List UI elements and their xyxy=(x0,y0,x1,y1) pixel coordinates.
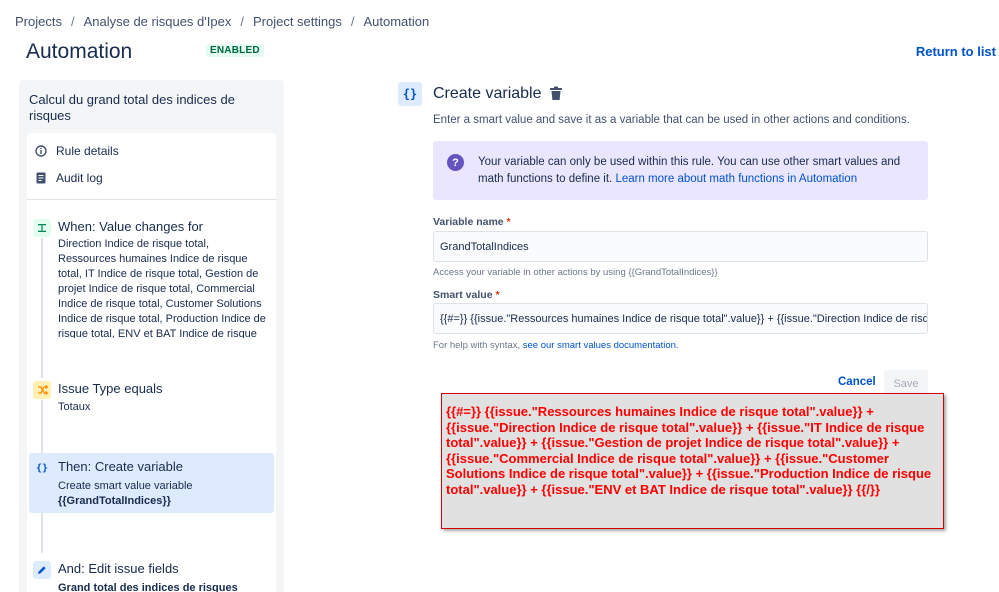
rule-sidebar: Calcul du grand total des indices de ris… xyxy=(19,80,284,592)
pencil-icon xyxy=(33,561,51,579)
return-to-list-link[interactable]: Return to list xyxy=(916,44,996,59)
question-icon: ? xyxy=(447,154,464,171)
variable-name-input[interactable]: GrandTotalIndices xyxy=(433,231,928,262)
timeline-line xyxy=(41,513,43,553)
cancel-button[interactable]: Cancel xyxy=(838,376,876,388)
edit-issue-fields-desc-bold: Grand total des indices de risques xyxy=(58,582,238,592)
braces-icon: {} xyxy=(33,459,51,477)
edit-issue-fields-component[interactable]: And: Edit issue fields Grand total des i… xyxy=(29,555,274,592)
trigger-description: Direction Indice de risque total, Ressou… xyxy=(58,238,266,338)
breadcrumb-separator: / xyxy=(70,14,75,29)
document-icon xyxy=(35,172,47,184)
create-variable-desc-bold: {{GrandTotalIndices}} xyxy=(58,495,171,507)
audit-log-label: Audit log xyxy=(56,171,103,185)
info-message-text: Your variable can only be used within th… xyxy=(478,154,918,188)
smart-value-annotation: {{#=}} {{issue."Ressources humaines Indi… xyxy=(441,393,944,529)
breadcrumb-projects[interactable]: Projects xyxy=(15,14,62,29)
status-badge: ENABLED xyxy=(206,44,264,57)
smart-value-input[interactable]: {{#=}} {{issue."Ressources humaines Indi… xyxy=(433,303,928,334)
rule-details-label: Rule details xyxy=(56,144,119,158)
breadcrumb-project-settings[interactable]: Project settings xyxy=(253,14,342,29)
info-icon xyxy=(35,145,47,157)
rule-details-item[interactable]: Rule details xyxy=(35,144,119,158)
create-variable-title: Then: Create variable xyxy=(58,459,184,474)
required-mark: * xyxy=(506,216,511,228)
condition-title: Issue Type equals xyxy=(58,381,163,396)
required-mark: * xyxy=(495,289,500,301)
create-variable-description: Create smart value variable {{GrandTotal… xyxy=(58,479,270,509)
edit-issue-fields-description: Grand total des indices de risques xyxy=(58,581,270,592)
panel-subtitle: Enter a smart value and save it as a var… xyxy=(433,114,910,126)
variable-name-helper: Access your variable in other actions by… xyxy=(433,267,718,278)
condition-component[interactable]: Issue Type equals Totaux xyxy=(29,375,274,425)
smart-values-docs-link[interactable]: see our smart values documentation. xyxy=(523,340,679,351)
breadcrumb-project[interactable]: Analyse de risques d'Ipex xyxy=(84,14,232,29)
trigger-component[interactable]: When: Value changes for Direction Indice… xyxy=(29,213,274,338)
braces-icon: {} xyxy=(398,82,422,106)
variable-name-label-text: Variable name xyxy=(433,216,504,228)
smart-value-label: Smart value * xyxy=(433,289,500,301)
rule-name: Calcul du grand total des indices de ris… xyxy=(29,92,235,123)
edit-issue-fields-title: And: Edit issue fields xyxy=(58,561,179,576)
breadcrumb-separator: / xyxy=(240,14,244,29)
panel-title: Create variable xyxy=(433,85,542,102)
trigger-title: When: Value changes for xyxy=(58,219,204,234)
smart-value-label-text: Smart value xyxy=(433,289,493,301)
trigger-icon xyxy=(33,219,51,237)
breadcrumb: Projects / Analyse de risques d'Ipex / P… xyxy=(15,14,429,29)
breadcrumb-automation[interactable]: Automation xyxy=(363,14,429,29)
condition-description: Totaux xyxy=(58,401,91,413)
variable-name-label: Variable name * xyxy=(433,216,511,228)
rule-components-box: Rule details Audit log When: Value chang… xyxy=(27,133,276,592)
create-variable-component[interactable]: {} Then: Create variable Create smart va… xyxy=(29,453,274,513)
divider xyxy=(27,199,276,200)
breadcrumb-separator: / xyxy=(350,14,355,29)
smart-value-helper-text: For help with syntax, xyxy=(433,340,523,351)
info-message: ? Your variable can only be used within … xyxy=(433,141,928,200)
math-functions-link[interactable]: Learn more about math functions in Autom… xyxy=(615,173,857,185)
audit-log-item[interactable]: Audit log xyxy=(35,171,103,185)
create-variable-desc-text: Create smart value variable xyxy=(58,480,193,492)
trash-icon[interactable] xyxy=(549,86,563,101)
shuffle-icon xyxy=(33,381,51,399)
smart-value-helper: For help with syntax, see our smart valu… xyxy=(433,340,679,351)
page-title: Automation xyxy=(26,40,133,63)
